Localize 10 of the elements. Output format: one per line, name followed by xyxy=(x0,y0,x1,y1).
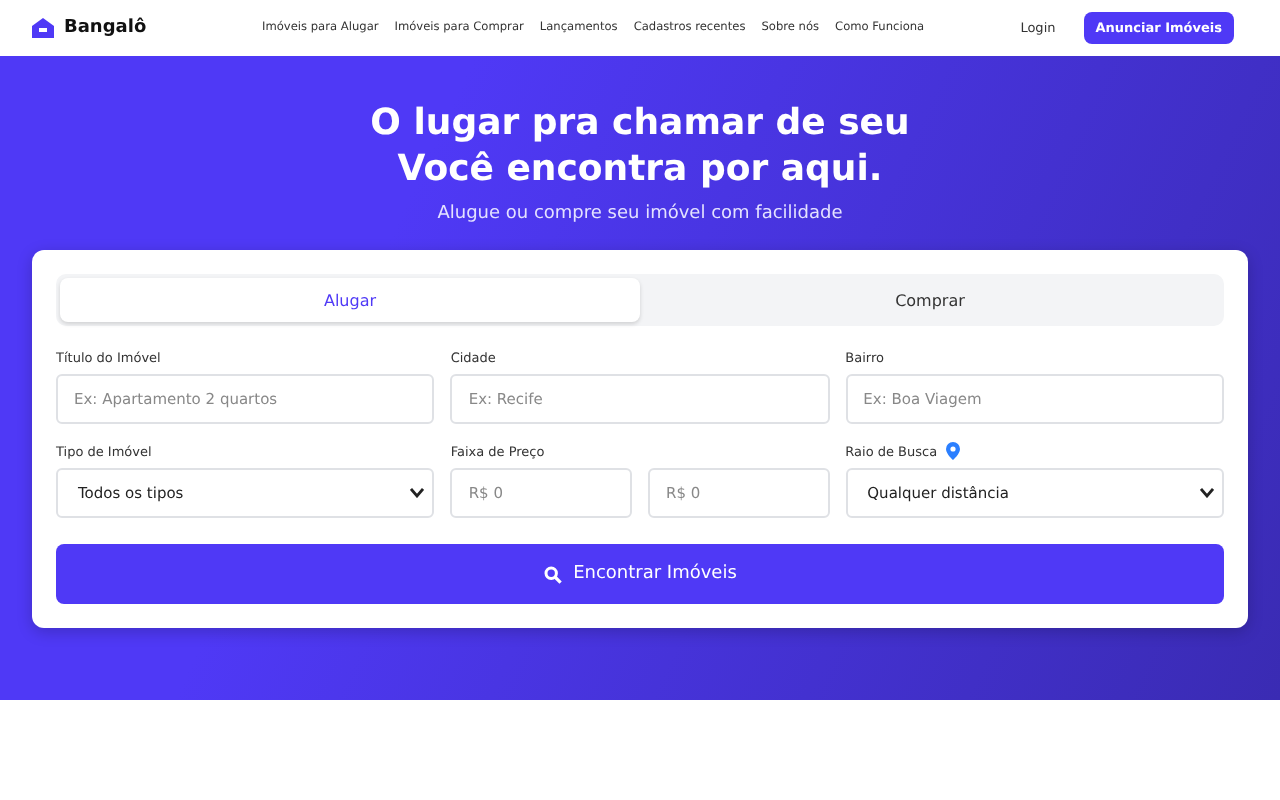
hero-title: O lugar pra chamar de seu Você encontra por aqui. xyxy=(368,100,912,192)
chevron-down-icon xyxy=(410,488,425,498)
chevron-down-icon xyxy=(1199,488,1214,498)
search-icon xyxy=(543,565,562,583)
hero-subtitle: Alugue ou compre seu imóvel com facilidade xyxy=(435,204,845,224)
brand-name[interactable]: Bangalô xyxy=(64,18,147,38)
search-button[interactable]: Encontrar Imóveis xyxy=(56,544,1224,604)
tab[interactable]: Comprar xyxy=(640,278,1220,322)
house-icon xyxy=(32,18,54,38)
tab[interactable]: Alugar xyxy=(60,278,640,322)
